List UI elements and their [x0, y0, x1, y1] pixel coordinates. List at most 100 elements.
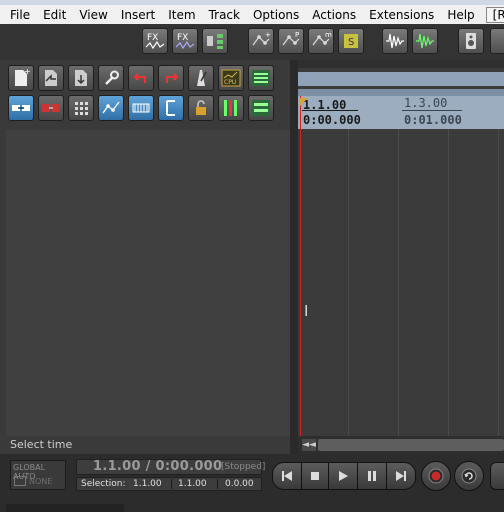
- record-button[interactable]: [421, 461, 451, 491]
- solo-button[interactable]: S: [338, 28, 364, 54]
- track-list-area[interactable]: [6, 130, 290, 436]
- envelope-add-button[interactable]: +: [248, 28, 274, 54]
- mixer-icon: [252, 70, 270, 86]
- envelope-add-icon: +: [252, 31, 271, 46]
- grid-line: [398, 129, 399, 436]
- svg-text:m: m: [325, 31, 332, 39]
- routing-button[interactable]: [202, 28, 228, 54]
- go-to-end-button[interactable]: [386, 462, 416, 490]
- menu-actions[interactable]: Actions: [304, 8, 361, 22]
- play-button[interactable]: [328, 462, 358, 490]
- grid-icon: [75, 102, 88, 115]
- record-icon: [428, 468, 444, 484]
- menu-extensions[interactable]: Extensions: [361, 8, 439, 22]
- ripple-edit-icon: [12, 105, 30, 111]
- new-project-button[interactable]: +: [8, 65, 34, 91]
- envelope-m-button[interactable]: m: [308, 28, 334, 54]
- pause-icon: [368, 471, 376, 481]
- menu-help[interactable]: Help: [439, 8, 479, 22]
- menu-track[interactable]: Track: [201, 8, 245, 22]
- waveform-icon: [386, 33, 404, 49]
- pane-divider[interactable]: [290, 60, 298, 454]
- pause-button[interactable]: [357, 462, 387, 490]
- envelope-link-button[interactable]: [98, 95, 124, 121]
- global-automation-button[interactable]: GLOBAL AUTO NONE: [10, 460, 66, 490]
- metronome-button[interactable]: [188, 65, 214, 91]
- selection-end[interactable]: 1.1.00: [178, 478, 207, 490]
- grid-line: [498, 129, 499, 436]
- automation-mode-icon: [14, 476, 26, 486]
- menu-options[interactable]: Options: [245, 8, 304, 22]
- timeline-ruler[interactable]: 1.1.00 0:00.000 1.3.00 0:01.000: [298, 96, 504, 129]
- new-project-icon: +: [15, 67, 31, 86]
- repeat-button[interactable]: [454, 461, 484, 491]
- track-control-panel: + CPU: [0, 60, 296, 436]
- selection-length[interactable]: 0.0.00: [225, 478, 254, 490]
- snap-icon: [42, 104, 60, 112]
- docker-tab[interactable]: [6, 504, 124, 512]
- item-grouping-button[interactable]: [158, 95, 184, 121]
- go-to-end-icon: [396, 471, 406, 481]
- fx-chain-alt-icon: FX: [175, 33, 195, 50]
- ripple-edit-button[interactable]: [8, 95, 34, 121]
- fx-chain-button[interactable]: FX: [142, 28, 168, 54]
- menu-remove[interactable]: [Remov: [485, 6, 504, 23]
- menu-view[interactable]: View: [71, 8, 112, 22]
- locking-button[interactable]: [128, 95, 154, 121]
- envelope-p-button[interactable]: P: [278, 28, 304, 54]
- waveform-green-button[interactable]: [412, 28, 438, 54]
- stop-icon: [311, 472, 319, 480]
- open-project-button[interactable]: [38, 65, 64, 91]
- scroll-thumb[interactable]: [318, 439, 504, 451]
- snap-button[interactable]: [38, 95, 64, 121]
- fx-chain-icon: FX: [145, 33, 165, 50]
- horizontal-scrollbar[interactable]: ◄◄: [298, 436, 504, 454]
- cpu-meter-button[interactable]: CPU: [218, 65, 244, 91]
- lock-button[interactable]: [188, 95, 214, 121]
- ruler-tick-line: [402, 110, 462, 111]
- grid-line: [448, 129, 449, 436]
- grid-button[interactable]: [68, 95, 94, 121]
- scroll-left-icon[interactable]: ◄◄: [302, 439, 316, 451]
- menu-insert[interactable]: Insert: [113, 8, 160, 22]
- save-project-button[interactable]: [68, 65, 94, 91]
- fx-chain-alt-button[interactable]: FX: [172, 28, 198, 54]
- metronome-icon: [197, 70, 207, 86]
- mouse-ibeam-icon: I: [304, 302, 309, 320]
- selection-start[interactable]: 1.1.00: [133, 478, 162, 490]
- go-to-start-button[interactable]: [272, 462, 302, 490]
- envelope-link-icon: [102, 101, 120, 114]
- edit-cursor-flag[interactable]: [300, 98, 308, 106]
- go-to-start-icon: [282, 471, 292, 481]
- menu-item[interactable]: Item: [160, 8, 200, 22]
- speaker-button[interactable]: [458, 28, 484, 54]
- svg-text:+: +: [24, 67, 31, 76]
- track-height-button[interactable]: [248, 95, 274, 121]
- selection-label: Selection:: [81, 479, 126, 489]
- arrange-view[interactable]: 1.1.00 0:00.000 1.3.00 0:01.000: [298, 60, 504, 436]
- time-position: 1.1.00 / 0:00.000: [93, 459, 223, 474]
- region-lane[interactable]: [298, 72, 504, 86]
- time-display[interactable]: 1.1.00 / 0:00.000 [Stopped]: [76, 459, 265, 475]
- marker-lane[interactable]: [298, 89, 504, 96]
- envelope-m-icon: m: [312, 31, 332, 46]
- timeline-time-secondary: 0:01.000: [404, 113, 462, 127]
- menu-edit[interactable]: Edit: [35, 8, 71, 22]
- track-meter-button[interactable]: [218, 95, 244, 121]
- menu-file[interactable]: File: [0, 8, 35, 22]
- redo-button[interactable]: [158, 65, 184, 91]
- waveform-button[interactable]: [382, 28, 408, 54]
- undo-button[interactable]: [128, 65, 154, 91]
- transport-overflow-button[interactable]: [490, 462, 504, 490]
- routing-icon: [207, 34, 223, 49]
- stop-button[interactable]: [301, 462, 329, 490]
- locking-icon: [132, 103, 150, 113]
- overflow-button[interactable]: [490, 28, 504, 54]
- ruler-tick-line: [302, 110, 358, 111]
- timeline-time-primary: 0:00.000: [303, 113, 361, 127]
- menu-bar: File Edit View Insert Item Track Options…: [0, 5, 504, 24]
- preferences-button[interactable]: [98, 65, 124, 91]
- mixer-button[interactable]: [248, 65, 274, 91]
- svg-text:S: S: [348, 37, 354, 48]
- svg-text:+: +: [265, 31, 271, 39]
